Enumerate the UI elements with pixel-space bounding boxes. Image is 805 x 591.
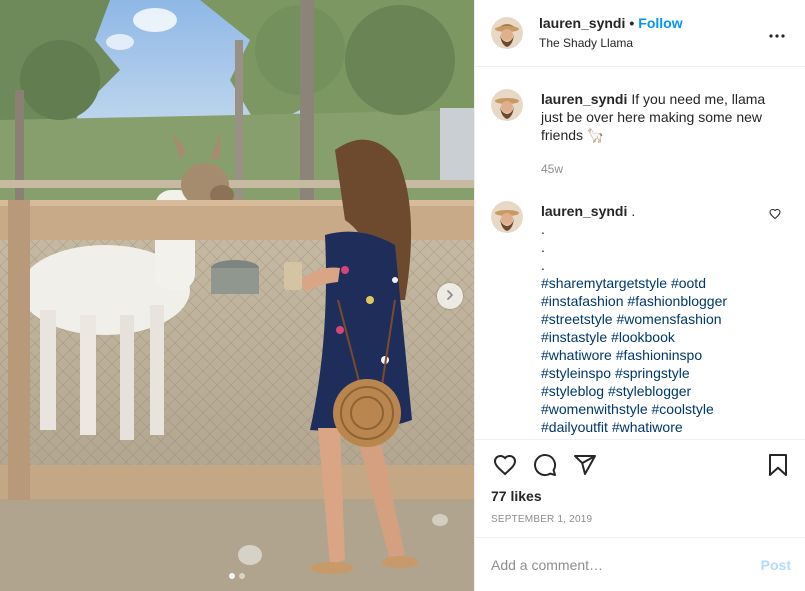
hashtag-link[interactable]: #dailyoutfit	[541, 419, 608, 435]
comments-list[interactable]: lauren_syndi If you need me, llama just b…	[475, 67, 805, 439]
post-date: SEPTEMBER 1, 2019	[491, 514, 593, 525]
comment-dot-line: .	[541, 257, 545, 273]
post-header-text: lauren_syndi • Follow The Shady Llama	[539, 14, 765, 52]
action-icons	[491, 440, 789, 490]
caption-timestamp[interactable]: 45w	[541, 160, 789, 178]
hashtag-link[interactable]: #whatiwore	[612, 419, 683, 435]
hashtag-list: #sharemytargetstyle #ootd #instafashion …	[541, 274, 789, 436]
avatar[interactable]	[491, 89, 523, 121]
hashtag-comment: lauren_syndi. . . . #sharemytargetstyle …	[491, 201, 789, 436]
hashtag-link[interactable]: #womenwithstyle	[541, 401, 648, 417]
likes-count[interactable]: 77 likes	[491, 488, 789, 504]
hashtag-link[interactable]: #styleinspo	[541, 365, 611, 381]
paper-plane-icon[interactable]	[571, 451, 599, 479]
hashtag-link[interactable]: #styleblog	[541, 383, 604, 399]
comment-first-line: .	[631, 203, 636, 219]
post-header: lauren_syndi • Follow The Shady Llama	[475, 0, 805, 67]
post-photo[interactable]	[0, 0, 474, 591]
avatar[interactable]	[491, 201, 523, 233]
comment-dot-line: .	[541, 239, 545, 255]
hashtag-link[interactable]: #whatiwore	[541, 347, 612, 363]
username-link[interactable]: lauren_syndi	[539, 14, 625, 32]
bookmark-icon[interactable]	[764, 451, 792, 479]
more-options-button[interactable]	[765, 21, 789, 45]
more-horizontal-icon	[769, 25, 785, 41]
heart-outline-icon[interactable]	[769, 207, 781, 223]
hashtag-link[interactable]: #styleblogger	[608, 383, 691, 399]
post-side-panel: lauren_syndi • Follow The Shady Llama la…	[474, 0, 805, 591]
add-comment-bar: Post	[475, 537, 805, 591]
post-actions: 77 likes SEPTEMBER 1, 2019	[475, 439, 805, 537]
hashtag-link[interactable]: #lookbook	[611, 329, 675, 345]
avatar[interactable]	[491, 17, 523, 49]
comment-icon[interactable]	[531, 451, 559, 479]
hashtag-link[interactable]: #ootd	[671, 275, 706, 291]
hashtag-link[interactable]: #instastyle	[541, 329, 607, 345]
comment-input[interactable]	[491, 556, 761, 573]
comment-dot-line: .	[541, 221, 545, 237]
caption-username-link[interactable]: lauren_syndi	[541, 91, 627, 107]
hashtag-link[interactable]: #coolstyle	[652, 401, 714, 417]
caption-comment: lauren_syndi If you need me, llama just b…	[491, 89, 789, 178]
follow-button[interactable]: Follow	[638, 14, 682, 32]
hashtag-link[interactable]: #womensfashion	[616, 311, 721, 327]
location-link[interactable]: The Shady Llama	[539, 34, 765, 52]
hashtag-link[interactable]: #streetstyle	[541, 311, 613, 327]
comment-username-link[interactable]: lauren_syndi	[541, 203, 627, 219]
llama-photo-image	[0, 0, 474, 591]
hashtag-link[interactable]: #instafashion	[541, 293, 624, 309]
chevron-right-icon	[444, 288, 456, 304]
hashtag-link[interactable]: #springstyle	[615, 365, 690, 381]
hashtag-link[interactable]: #fashioninspo	[616, 347, 702, 363]
heart-icon[interactable]	[491, 451, 519, 479]
hashtag-link[interactable]: #sharemytargetstyle	[541, 275, 667, 291]
post-modal: lauren_syndi • Follow The Shady Llama la…	[0, 0, 805, 591]
carousel-dot-active	[229, 573, 235, 579]
carousel-dot	[239, 573, 245, 579]
hashtag-link[interactable]: #fashionblogger	[627, 293, 727, 309]
next-photo-button[interactable]	[437, 283, 463, 309]
carousel-indicator	[0, 573, 474, 579]
separator-dot: •	[629, 15, 635, 31]
post-comment-button[interactable]: Post	[761, 557, 791, 573]
